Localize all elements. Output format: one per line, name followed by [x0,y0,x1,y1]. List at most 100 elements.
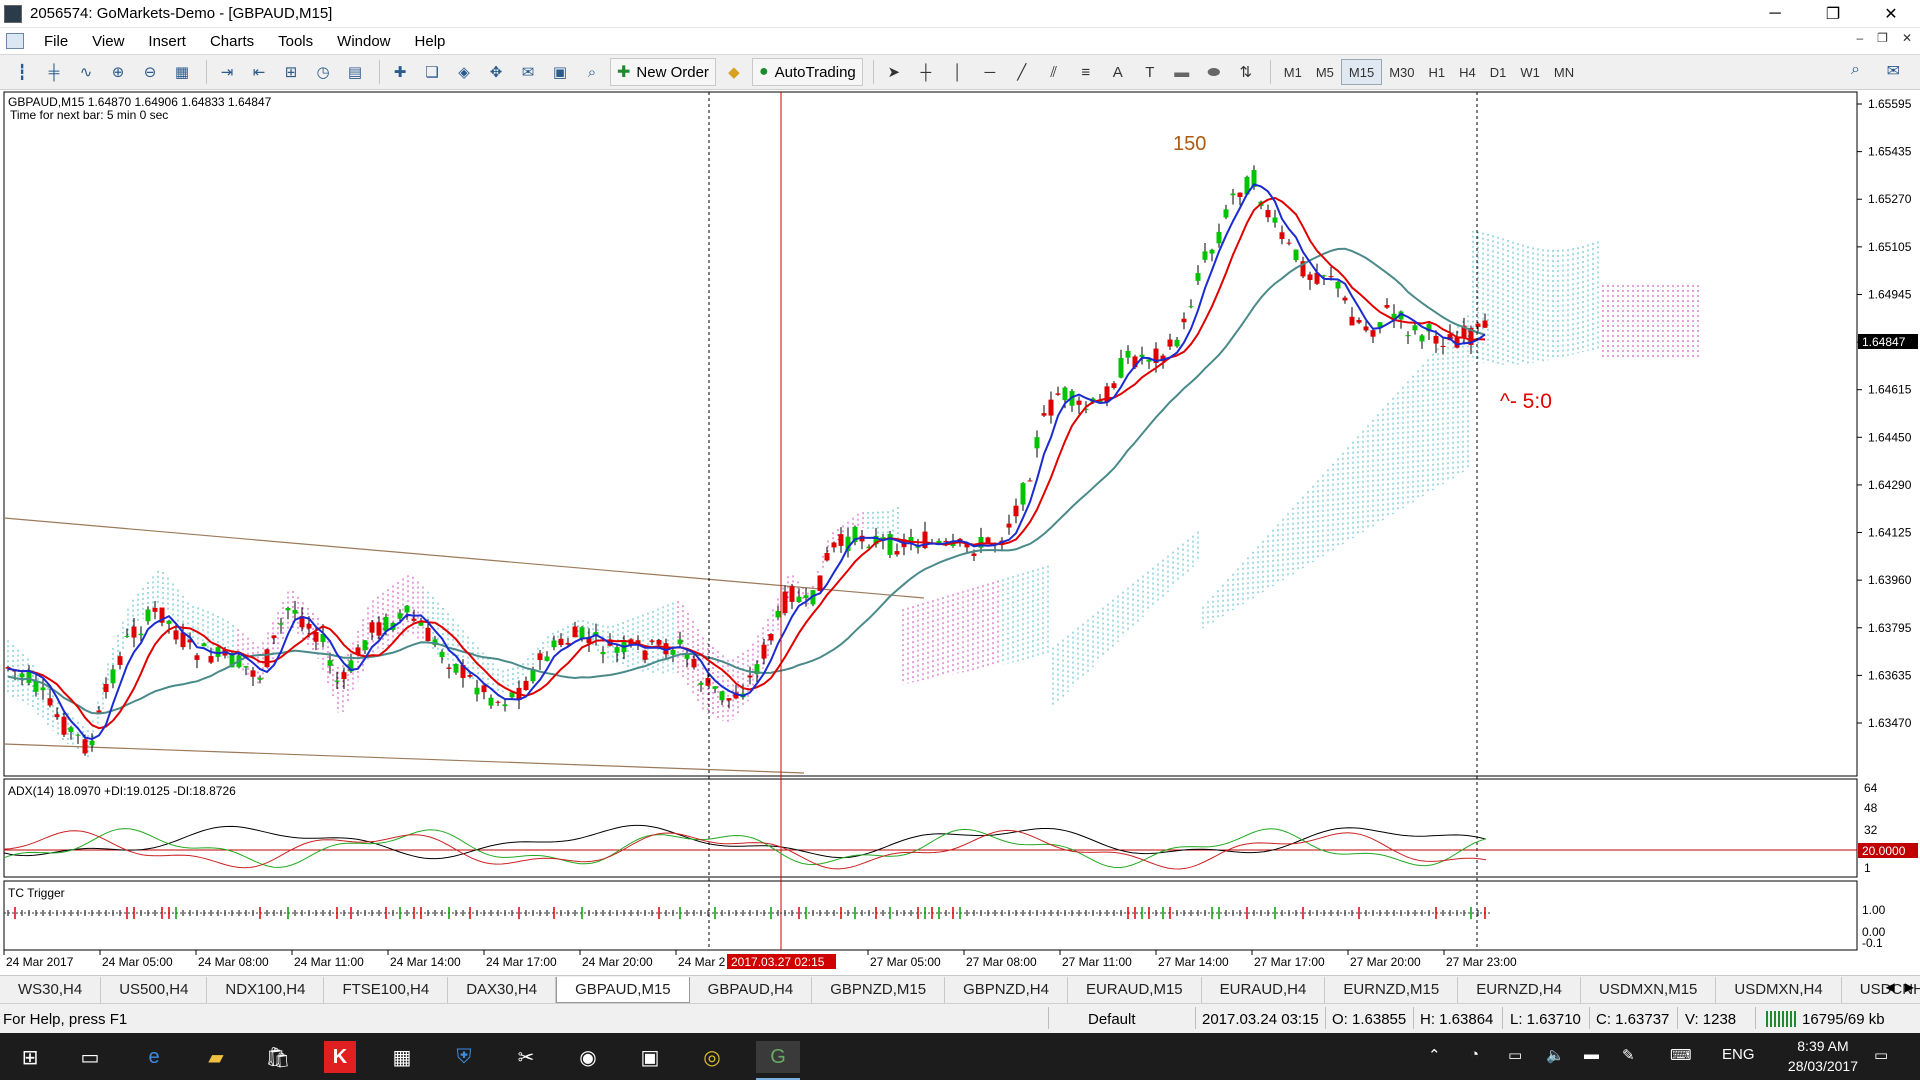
new-chart-icon[interactable]: ✚ [386,59,414,85]
chart-tab[interactable]: FTSE100,H4 [324,976,449,1003]
clock[interactable]: 8:39 AM 28/03/2017 [1788,1036,1858,1076]
trendline-icon[interactable]: ╱ [1008,59,1036,85]
navigator-icon[interactable]: ✉ [514,59,542,85]
calculator-icon[interactable]: ▦ [386,1041,418,1073]
search-icon[interactable]: ⌕ [1851,61,1860,79]
k-app-icon[interactable]: K [324,1041,356,1073]
tablet-icon[interactable]: ▭ [1508,1046,1522,1064]
candlestick-icon[interactable]: ╪ [40,59,68,85]
data-window-icon[interactable]: ✥ [482,59,510,85]
tf-m1[interactable]: M1 [1277,59,1309,85]
menu-file[interactable]: File [32,33,80,50]
chart-tab[interactable]: GBPAUD,M15 [556,976,690,1003]
periods-icon[interactable]: ◷ [309,59,337,85]
tf-h4[interactable]: H4 [1452,59,1483,85]
chart-tab[interactable]: US500,H4 [101,976,208,1003]
chart-tab[interactable]: GBPNZD,H4 [945,976,1068,1003]
camera-icon[interactable]: ◉ [572,1041,604,1073]
tab-scroll-left-icon[interactable]: ◀ [1886,980,1895,994]
chart-tab[interactable]: USDMXN,H4 [1716,976,1842,1003]
edge-icon[interactable]: e [138,1041,170,1073]
tile-windows-icon[interactable]: ▦ [168,59,196,85]
tf-d1[interactable]: D1 [1483,59,1514,85]
price-chart[interactable]: GBPAUD,M15 1.64870 1.64906 1.64833 1.648… [0,90,1920,970]
keyboard-icon[interactable]: ⌨ [1670,1046,1692,1064]
child-minimize-icon[interactable]: – [1856,31,1863,45]
horizontal-line-icon[interactable]: ─ [976,59,1004,85]
task-view-icon[interactable]: ▭ [74,1041,106,1073]
child-close-icon[interactable]: ✕ [1902,31,1912,45]
chart-tab[interactable]: EURNZD,H4 [1458,976,1582,1003]
vertical-line-icon[interactable]: │ [944,59,972,85]
menu-tools[interactable]: Tools [266,33,325,50]
strategy-tester-icon[interactable]: ⌕ [578,59,606,85]
templates-icon[interactable]: ▤ [341,59,369,85]
arrows-icon[interactable]: ⇅ [1232,59,1260,85]
tf-m30[interactable]: M30 [1382,59,1421,85]
tf-mn[interactable]: MN [1547,59,1581,85]
language-indicator[interactable]: ENG [1722,1046,1755,1063]
chart-tab[interactable]: WS30,H4 [0,976,102,1003]
new-order-button[interactable]: ✚ New Order [610,58,716,86]
chat-icon[interactable]: ✉ [1887,61,1900,81]
tab-scroll-right-icon[interactable]: ▶ [1905,980,1914,994]
ellipse-icon[interactable]: ⬬ [1200,59,1228,85]
zoom-out-icon[interactable]: ⊖ [136,59,164,85]
indicators-icon[interactable]: ⊞ [277,59,305,85]
line-chart-icon[interactable]: ∿ [72,59,100,85]
menu-help[interactable]: Help [403,33,458,50]
volume-icon[interactable]: 🔈 [1546,1046,1565,1064]
menu-insert[interactable]: Insert [136,33,198,50]
gomarkets-app-icon[interactable]: G [756,1041,800,1073]
market-watch-icon[interactable]: ◈ [450,59,478,85]
text-label-icon[interactable]: T [1136,59,1164,85]
snipping-tool-icon[interactable]: ✂ [510,1041,542,1073]
store-icon[interactable]: 🛍 [262,1041,294,1073]
menu-charts[interactable]: Charts [198,33,266,50]
bar-chart-icon[interactable]: ┇ [8,59,36,85]
child-restore-icon[interactable]: ❐ [1877,31,1888,45]
chart-tab[interactable]: USDMXN,M15 [1581,976,1717,1003]
fibonacci-icon[interactable]: ≡ [1072,59,1100,85]
menu-view[interactable]: View [80,33,136,50]
minimize-button[interactable]: ─ [1746,0,1804,28]
crosshair-icon[interactable]: ┼ [912,59,940,85]
maximize-button[interactable]: ❐ [1804,0,1862,28]
chart-window[interactable]: GBPAUD,M15 1.64870 1.64906 1.64833 1.648… [0,90,1920,970]
battery-icon[interactable]: ▬ [1584,1046,1599,1063]
chart-shift-icon[interactable]: ⇤ [245,59,273,85]
tf-h1[interactable]: H1 [1422,59,1453,85]
menu-window[interactable]: Window [325,33,402,50]
cursor-icon[interactable]: ➤ [880,59,908,85]
chrome-icon[interactable]: ◎ [696,1041,728,1073]
notifications-icon[interactable]: ▭ [1874,1046,1888,1064]
network-icon[interactable]: ◔ [1470,1046,1479,1063]
chart-tab[interactable]: EURAUD,H4 [1202,976,1326,1003]
chart-tab[interactable]: GBPNZD,M15 [812,976,946,1003]
tf-m5[interactable]: M5 [1309,59,1341,85]
close-button[interactable]: ✕ [1862,0,1920,28]
channel-icon[interactable]: ⫽ [1040,59,1068,85]
tf-m15[interactable]: M15 [1340,59,1383,85]
remote-desktop-icon[interactable]: ▣ [634,1041,666,1073]
time-label: 24 Mar 17:00 [486,955,557,969]
chart-tab[interactable]: NDX100,H4 [207,976,325,1003]
autotrading-button[interactable]: ● AutoTrading [751,58,863,86]
chart-tab[interactable]: EURAUD,M15 [1068,976,1202,1003]
pen-icon[interactable]: ✎ [1622,1046,1635,1064]
zoom-in-icon[interactable]: ⊕ [104,59,132,85]
chart-tab[interactable]: EURNZD,M15 [1325,976,1459,1003]
auto-scroll-icon[interactable]: ⇥ [213,59,241,85]
shield-icon[interactable]: ⛨ [448,1041,480,1073]
metaeditor-icon[interactable]: ◆ [720,59,748,85]
tf-w1[interactable]: W1 [1513,59,1547,85]
file-explorer-icon[interactable]: ▰ [200,1041,232,1073]
text-icon[interactable]: A [1104,59,1132,85]
tray-chevron-icon[interactable]: ⌃ [1428,1046,1441,1064]
profiles-icon[interactable]: ❏ [418,59,446,85]
chart-tab[interactable]: GBPAUD,H4 [690,976,813,1003]
rectangle-icon[interactable]: ▬ [1168,59,1196,85]
chart-tab[interactable]: DAX30,H4 [448,976,557,1003]
terminal-icon[interactable]: ▣ [546,59,574,85]
windows-start-icon[interactable]: ⊞ [14,1041,46,1073]
